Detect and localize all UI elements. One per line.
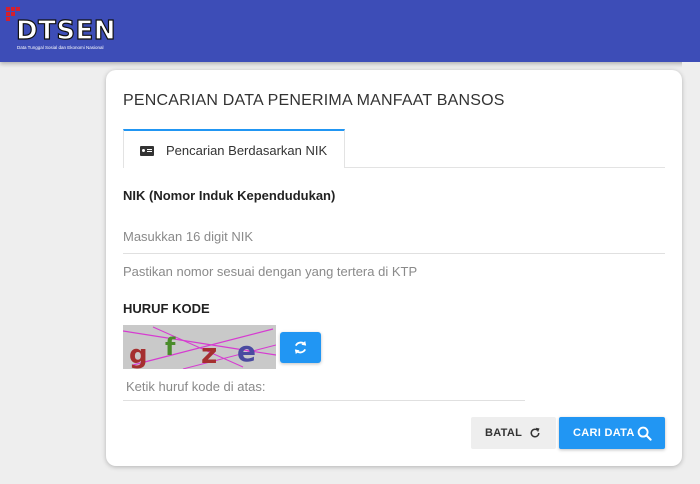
search-data-button[interactable]: CARI DATA: [559, 417, 665, 449]
dtsen-logo[interactable]: DTSEN Data Tunggal Sosial dan Ekonomi Na…: [6, 7, 122, 55]
search-card: PENCARIAN DATA PENERIMA MANFAAT BANSOS P…: [106, 70, 682, 466]
page-right-edge: [682, 62, 700, 484]
code-label: HURUF KODE: [123, 301, 210, 316]
cancel-button-label: BATAL: [485, 427, 523, 439]
refresh-icon: [294, 340, 307, 355]
nik-label: NIK (Nomor Induk Kependudukan): [123, 188, 336, 203]
nik-hint: Pastikan nomor sesuai dengan yang terter…: [123, 264, 418, 279]
captcha-char-1: g: [129, 340, 148, 369]
refresh-captcha-button[interactable]: [280, 332, 321, 363]
reset-icon: [530, 427, 540, 438]
captcha-char-2: f: [165, 333, 176, 361]
tab-bar: Pencarian Berdasarkan NIK: [123, 129, 665, 168]
captcha-code-input[interactable]: [123, 373, 525, 401]
captcha-char-4: e: [237, 335, 256, 368]
captcha-image: g f z e: [123, 325, 276, 369]
cancel-button[interactable]: BATAL: [471, 417, 556, 449]
search-button-label: CARI DATA: [573, 427, 635, 439]
logo-subtitle: Data Tunggal Sosial dan Ekonomi Nasional: [17, 45, 104, 50]
page-title: PENCARIAN DATA PENERIMA MANFAAT BANSOS: [123, 92, 505, 109]
tab-search-by-nik[interactable]: Pencarian Berdasarkan NIK: [123, 129, 345, 168]
top-navbar: DTSEN Data Tunggal Sosial dan Ekonomi Na…: [0, 0, 700, 62]
captcha-char-3: z: [201, 337, 217, 369]
logo-text: DTSEN: [15, 15, 117, 46]
search-icon: [637, 426, 652, 441]
nik-input[interactable]: [123, 220, 665, 254]
id-card-icon: [140, 146, 154, 156]
tab-label: Pencarian Berdasarkan NIK: [166, 143, 328, 158]
